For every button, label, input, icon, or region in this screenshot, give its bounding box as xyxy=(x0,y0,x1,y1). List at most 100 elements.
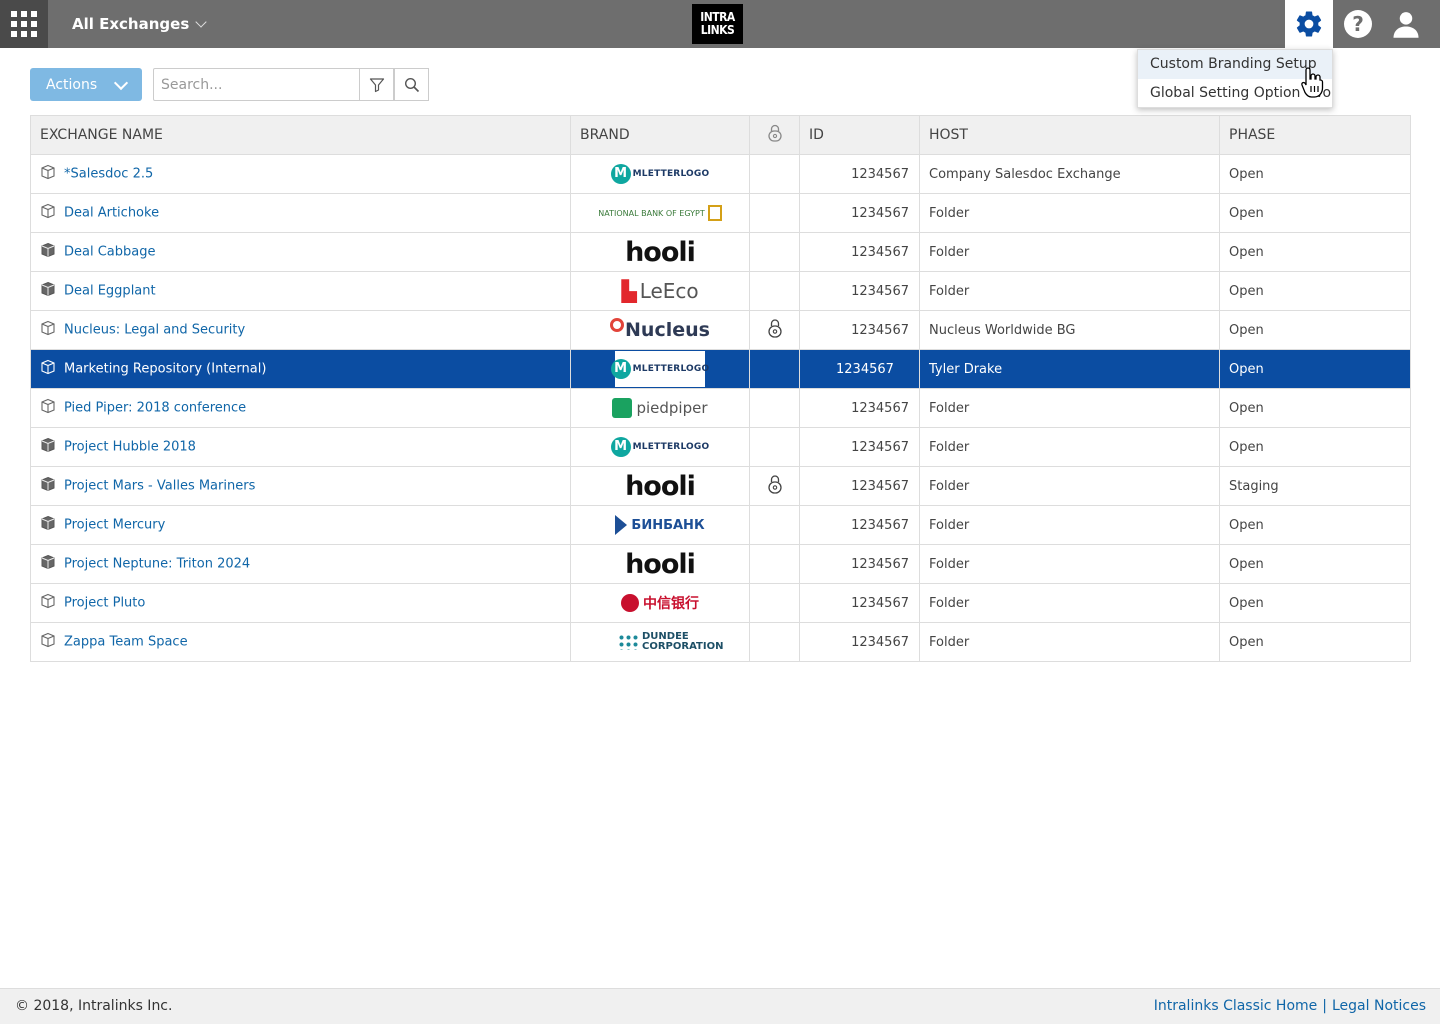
box-outline-icon xyxy=(40,164,56,184)
column-header-lock[interactable] xyxy=(749,115,800,155)
help-button[interactable]: ? xyxy=(1336,0,1380,48)
box-outline-icon xyxy=(40,359,56,379)
box-filled-icon xyxy=(40,554,56,574)
table-row[interactable]: Zappa Team Space DUNDEE CORPORATION 123456… xyxy=(30,622,1411,662)
cell-phase: Open xyxy=(1219,622,1411,662)
cell-id: 1234567 xyxy=(799,310,920,350)
cell-brand: ▙ LeEco xyxy=(570,271,750,311)
brand-text: hooli xyxy=(625,548,696,580)
exchange-name-link[interactable]: Deal Eggplant xyxy=(64,284,156,299)
cell-lock xyxy=(749,427,800,467)
box-outline-icon xyxy=(40,320,56,340)
cell-host: Folder xyxy=(919,193,1220,233)
nucleus-mark-icon xyxy=(610,318,625,332)
table-row[interactable]: *Salesdoc 2.5 M MLETTERLOGO 1234567 Company … xyxy=(30,154,1411,194)
exchange-name-link[interactable]: Project Neptune: Triton 2024 xyxy=(64,557,250,572)
cell-id: 1234567 xyxy=(799,154,920,194)
table-row[interactable]: Project Neptune: Triton 2024 hooli 1234567… xyxy=(30,544,1411,584)
cell-lock xyxy=(749,583,800,623)
brand-text: piedpiper xyxy=(636,399,708,417)
cell-id: 1234567 xyxy=(799,622,920,662)
exchange-name-link[interactable]: Pied Piper: 2018 conference xyxy=(64,401,246,416)
intralinks-logo: INTRA LINKS xyxy=(692,4,743,44)
chevron-down-icon xyxy=(195,15,207,28)
table-row[interactable]: Deal Cabbage hooli 1234567 Folder Open xyxy=(30,232,1411,272)
exchange-switcher[interactable]: All Exchanges xyxy=(72,0,207,48)
exchange-name-link[interactable]: Project Mars - Valles Mariners xyxy=(64,479,255,494)
search-button[interactable] xyxy=(394,68,429,101)
box-filled-icon xyxy=(40,242,56,262)
table-row[interactable]: Project Pluto 中信银行 1234567 Folder Open xyxy=(30,583,1411,623)
table-row[interactable]: Deal Eggplant ▙ LeEco 1234567 Folder Open xyxy=(30,271,1411,311)
user-icon xyxy=(1393,12,1419,38)
exchange-name-link[interactable]: Project Mercury xyxy=(64,518,165,533)
cell-brand: M MLETTERLOGO xyxy=(570,349,750,389)
table-row[interactable]: Project Mars - Valles Mariners hooli 12345… xyxy=(30,466,1411,506)
exchange-name-link[interactable]: Deal Artichoke xyxy=(64,206,159,221)
box-outline-icon xyxy=(40,203,56,223)
exchange-name-link[interactable]: Zappa Team Space xyxy=(64,635,188,650)
table-row[interactable]: Project Mercury БИНБАНК 1234567 Folder Open xyxy=(30,505,1411,545)
app-launcher-button[interactable] xyxy=(0,0,48,48)
cell-phase: Open xyxy=(1219,505,1411,545)
cell-exchange-name: Project Mercury xyxy=(30,505,571,545)
cell-exchange-name: Deal Eggplant xyxy=(30,271,571,311)
column-header-phase[interactable]: PHASE xyxy=(1219,115,1411,155)
exchange-switcher-label: All Exchanges xyxy=(72,15,190,33)
search-input[interactable] xyxy=(153,68,360,101)
table-row[interactable]: Marketing Repository (Internal) M MLETTERL… xyxy=(30,349,1411,389)
brand-text: NATIONAL BANK OF EGYPT xyxy=(598,208,705,218)
table-row[interactable]: Project Hubble 2018 M MLETTERLOGO 1234567 Fo… xyxy=(30,427,1411,467)
brand-text: 中信银行 xyxy=(643,596,699,612)
cell-phase: Open xyxy=(1219,544,1411,584)
cell-host: Folder xyxy=(919,271,1220,311)
filter-icon xyxy=(369,77,384,92)
cell-phase: Open xyxy=(1219,310,1411,350)
table-row[interactable]: Pied Piper: 2018 conference piedpiper 1234… xyxy=(30,388,1411,428)
table-row[interactable]: Deal Artichoke NATIONAL BANK OF EGYPT 1234… xyxy=(30,193,1411,233)
cell-host: Folder xyxy=(919,583,1220,623)
cell-exchange-name: Deal Artichoke xyxy=(30,193,571,233)
cell-phase: Open xyxy=(1219,583,1411,623)
table-row[interactable]: Nucleus: Legal and Security Nucleus 123456… xyxy=(30,310,1411,350)
box-outline-icon xyxy=(40,398,56,418)
hand-cursor-icon xyxy=(1301,67,1324,98)
exchange-name-link[interactable]: Project Hubble 2018 xyxy=(64,440,196,455)
mletter-mark-icon: M xyxy=(610,359,631,379)
column-header-exchange-name[interactable]: EXCHANGE NAME xyxy=(30,115,571,155)
legal-notices-link[interactable]: Legal Notices xyxy=(1332,998,1426,1014)
column-header-host[interactable]: HOST xyxy=(919,115,1220,155)
cell-lock xyxy=(749,154,800,194)
nbe-mark-icon xyxy=(707,205,722,221)
exchange-name-link[interactable]: *Salesdoc 2.5 xyxy=(64,167,153,182)
column-header-brand[interactable]: BRAND xyxy=(570,115,750,155)
cell-lock xyxy=(749,232,800,272)
brand-text: LeEco xyxy=(639,279,699,303)
cell-id: 1234567 xyxy=(799,505,920,545)
cell-brand: hooli xyxy=(570,232,750,272)
leeco-mark-icon: ▙ xyxy=(621,279,637,303)
cell-brand: hooli xyxy=(570,544,750,584)
box-filled-icon xyxy=(40,476,56,496)
cell-lock xyxy=(749,271,800,311)
binbank-mark-icon xyxy=(615,515,628,535)
classic-home-link[interactable]: Intralinks Classic Home xyxy=(1154,998,1318,1014)
exchange-name-link[interactable]: Marketing Repository (Internal) xyxy=(64,362,266,377)
footer-separator: | xyxy=(1322,998,1327,1014)
cell-phase: Open xyxy=(1219,232,1411,272)
footer: © 2018, Intralinks Inc. Intralinks Class… xyxy=(0,988,1440,1024)
user-menu-button[interactable] xyxy=(1384,0,1428,48)
exchange-name-link[interactable]: Project Pluto xyxy=(64,596,145,611)
cell-lock xyxy=(749,349,800,389)
box-filled-icon xyxy=(40,281,56,301)
cell-id: 1234567 xyxy=(799,349,920,389)
cell-exchange-name: Deal Cabbage xyxy=(30,232,571,272)
actions-button[interactable]: Actions xyxy=(30,68,142,101)
settings-button[interactable] xyxy=(1285,0,1333,48)
box-filled-icon xyxy=(40,515,56,535)
mletter-mark-icon: M xyxy=(610,437,631,457)
exchange-name-link[interactable]: Deal Cabbage xyxy=(64,245,155,260)
filter-button[interactable] xyxy=(359,68,394,101)
column-header-id[interactable]: ID xyxy=(799,115,920,155)
exchange-name-link[interactable]: Nucleus: Legal and Security xyxy=(64,323,245,338)
